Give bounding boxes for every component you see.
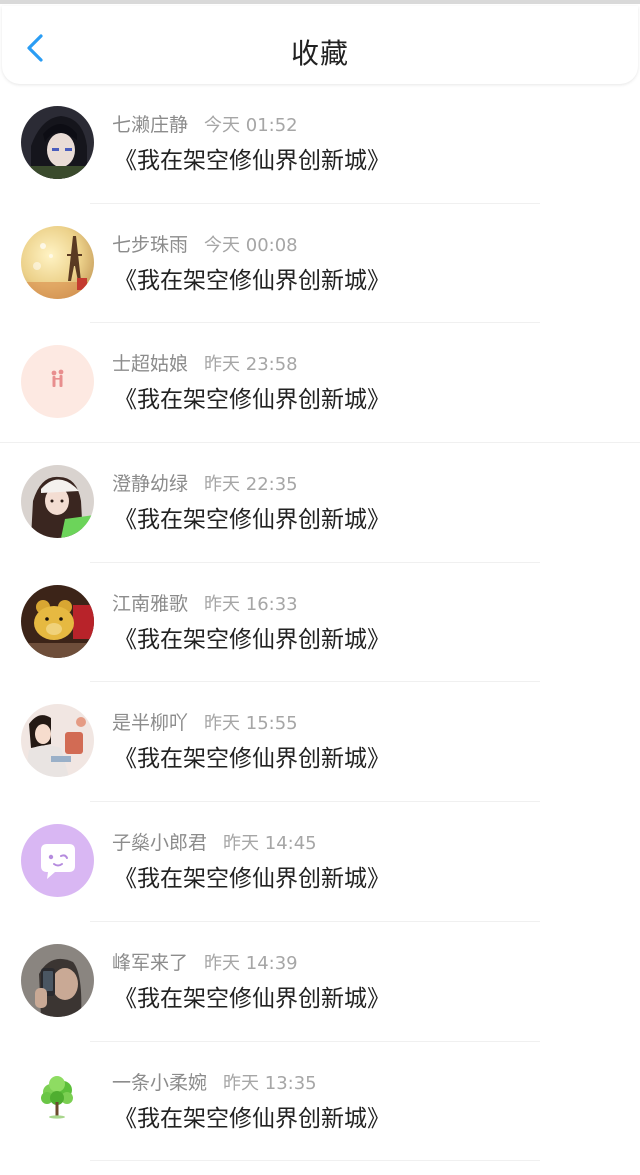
list-item[interactable]: 子燊小郎君 昨天 14:45 《我在架空修仙界创新城》 [0,802,640,922]
book-title[interactable]: 《我在架空修仙界创新城》 [114,1104,390,1134]
item-meta: 子燊小郎君 昨天 14:45 [112,832,317,855]
item-meta: 七濑庄静 今天 01:52 [112,114,298,137]
list-item[interactable]: 士超姑娘 昨天 23:58 《我在架空修仙界创新城》 [0,323,640,444]
book-title[interactable]: 《我在架空修仙界创新城》 [114,266,390,296]
eiffel-tower-avatar-icon [21,225,94,299]
avatar[interactable] [21,824,94,898]
item-meta: 澄静幼绿 昨天 22:35 [112,473,298,496]
item-meta: 峰军来了 昨天 14:39 [112,952,298,975]
item-meta: 士超姑娘 昨天 23:58 [112,353,298,376]
avatar[interactable] [21,465,94,539]
page-title: 收藏 [290,37,349,70]
timestamp: 今天 01:52 [204,115,298,136]
divider [90,1160,540,1162]
username[interactable]: 江南雅歌 [112,593,188,615]
teddy-bear-avatar-icon [21,584,94,658]
girl-with-cap-avatar-icon [21,465,94,539]
list-item[interactable]: 澄静幼绿 昨天 22:35 《我在架空修仙界创新城》 [0,443,640,563]
list-item[interactable]: 七步珠雨 今天 00:08 《我在架空修仙界创新城》 [0,204,640,324]
book-title[interactable]: 《我在架空修仙界创新城》 [114,385,390,415]
avatar[interactable] [21,584,94,658]
book-title[interactable]: 《我在架空修仙界创新城》 [114,744,390,774]
list-item[interactable]: 江南雅歌 昨天 16:33 《我在架空修仙界创新城》 [0,563,640,683]
item-meta: 七步珠雨 今天 00:08 [112,234,298,257]
username[interactable]: 士超姑娘 [112,353,188,375]
timestamp: 昨天 16:33 [204,593,298,615]
avatar[interactable] [21,225,94,299]
status-strip [0,0,640,4]
timestamp: 昨天 22:35 [204,474,298,496]
username[interactable]: 是半柳吖 [112,712,188,734]
chat-bubble-avatar-icon [21,824,94,898]
list-item[interactable]: 是半柳吖 昨天 15:55 《我在架空修仙界创新城》 [0,682,640,803]
book-title[interactable]: 《我在架空修仙界创新城》 [114,146,390,176]
app-header: 收藏 [2,6,638,84]
timestamp: 昨天 14:45 [223,833,317,855]
timestamp: 昨天 13:35 [223,1072,317,1094]
timestamp: 昨天 15:55 [204,713,298,735]
username[interactable]: 澄静幼绿 [112,473,188,495]
list-item[interactable]: 一条小柔婉 昨天 13:35 《我在架空修仙界创新城》 [0,1042,640,1162]
avatar[interactable] [21,1063,94,1137]
avatar[interactable] [21,943,94,1017]
avatar[interactable] [21,345,94,419]
avatar[interactable] [21,106,94,179]
timestamp: 昨天 14:39 [204,952,298,974]
book-title[interactable]: 《我在架空修仙界创新城》 [114,864,390,894]
avatar[interactable] [21,704,94,778]
phone-selfie-avatar-icon [21,943,94,1017]
anime-boy-avatar-icon [21,106,94,179]
username[interactable]: 七步珠雨 [112,234,188,256]
book-title[interactable]: 《我在架空修仙界创新城》 [114,984,390,1014]
book-title[interactable]: 《我在架空修仙界创新城》 [114,505,390,535]
username[interactable]: 七濑庄静 [112,114,188,136]
book-title[interactable]: 《我在架空修仙界创新城》 [114,625,390,655]
username[interactable]: 一条小柔婉 [112,1072,207,1094]
item-meta: 是半柳吖 昨天 15:55 [112,712,298,735]
favorites-list: 七濑庄静 今天 01:52 《我在架空修仙界创新城》 七步珠雨 今天 00:08… [0,84,640,1162]
username[interactable]: 子燊小郎君 [112,832,207,854]
list-item[interactable]: 峰军来了 昨天 14:39 《我在架空修仙界创新城》 [0,922,640,1042]
child-photo-avatar-icon [21,704,94,778]
timestamp: 今天 00:08 [204,234,298,256]
list-item[interactable]: 七濑庄静 今天 01:52 《我在架空修仙界创新城》 [0,84,640,204]
item-meta: 江南雅歌 昨天 16:33 [112,593,298,616]
couple-silhouette-avatar-icon [21,345,94,419]
item-meta: 一条小柔婉 昨天 13:35 [112,1072,317,1095]
timestamp: 昨天 23:58 [204,354,298,376]
green-tree-avatar-icon [21,1063,94,1137]
username[interactable]: 峰军来了 [112,952,188,974]
